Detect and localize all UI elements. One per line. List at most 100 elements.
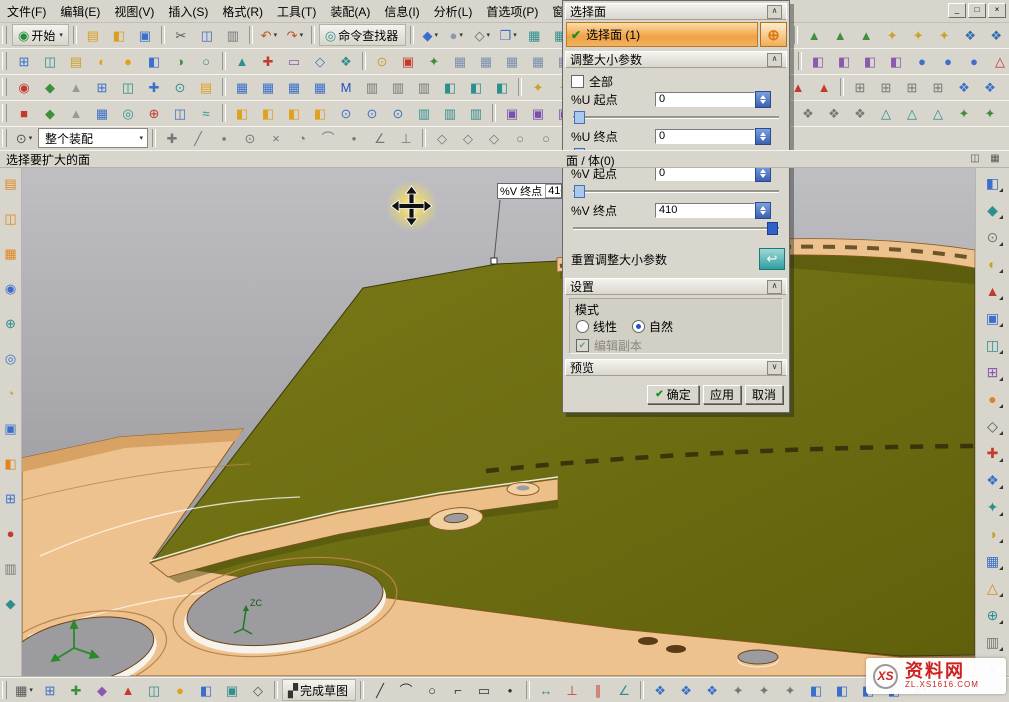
menu-preferences[interactable]: 首选项(P) (479, 0, 545, 23)
collapse-icon[interactable]: ∧ (767, 5, 782, 19)
display-mode[interactable]: ▦▾ (12, 679, 36, 701)
replace-face-tool[interactable]: ⊕ (981, 604, 1005, 626)
pad-tool[interactable]: ▣ (981, 307, 1005, 329)
cad-tool[interactable]: ▣ (220, 679, 244, 701)
cad-tool[interactable]: △ (874, 102, 898, 124)
group-header-preview[interactable]: 预览 ∨ (565, 359, 787, 376)
copy[interactable]: ◫ (195, 24, 219, 46)
chamfer-tool[interactable]: ⊞ (981, 361, 1005, 383)
cad-tool[interactable]: ● (962, 50, 986, 72)
cad-tool[interactable]: ✚ (142, 76, 166, 98)
snap-existing-point[interactable]: • (342, 127, 366, 149)
thread-tool[interactable]: ◇ (981, 415, 1005, 437)
cue-grid-icon[interactable]: ▦ (986, 151, 1004, 167)
finish-sketch-button[interactable]: ▞完成草图 (282, 679, 356, 701)
cad-tool[interactable]: ▦ (282, 76, 306, 98)
cue-pane-icon[interactable]: ◫ (966, 151, 984, 167)
selection-scope-dropdown[interactable]: 整个装配▾ (38, 128, 148, 148)
system-materials-tab[interactable]: ● (1, 524, 20, 543)
cad-tool[interactable]: ▣ (500, 102, 524, 124)
v-end-spinner[interactable] (755, 202, 771, 219)
cad-tool[interactable]: ▲ (116, 679, 140, 701)
v-end-drag-handle[interactable] (491, 258, 497, 264)
fillet-tool[interactable]: ⌐ (446, 679, 470, 701)
cad-tool[interactable]: ▣ (396, 50, 420, 72)
sketch-tool[interactable]: ⊞ (12, 50, 36, 72)
wireframe-style[interactable]: ◇▾ (470, 24, 494, 46)
cad-tool[interactable]: ◧ (804, 679, 828, 701)
enlarge-face-tool[interactable]: △ (981, 577, 1005, 599)
cad-tool[interactable]: ◇ (246, 679, 270, 701)
cad-tool[interactable]: ◧ (830, 679, 854, 701)
thicken-tool[interactable]: ◑ (981, 523, 1005, 545)
new-file[interactable]: ▤ (81, 24, 105, 46)
menu-analysis[interactable]: 分析(L) (427, 0, 480, 23)
snap-angle[interactable]: ∠ (368, 127, 392, 149)
grid-tool[interactable]: ✚ (64, 679, 88, 701)
cad-tool[interactable]: ▲ (64, 76, 88, 98)
subtract-tool[interactable]: ◑ (168, 50, 192, 72)
cad-tool[interactable]: ■ (12, 102, 36, 124)
cad-tool[interactable]: ⊙ (360, 102, 384, 124)
slider-thumb[interactable] (767, 222, 778, 235)
pocket-tool[interactable]: ▲ (981, 280, 1005, 302)
cad-tool[interactable]: ▲ (812, 76, 836, 98)
cad-tool[interactable]: ▦ (256, 76, 280, 98)
minimize-button[interactable]: _ (948, 3, 966, 18)
cad-tool[interactable]: ❖ (978, 76, 1002, 98)
u-start-spinner[interactable] (755, 91, 771, 108)
cad-tool[interactable]: ❖ (848, 102, 872, 124)
cad-tool[interactable]: ▦ (526, 50, 550, 72)
cad-tool[interactable]: ⊙ (370, 50, 394, 72)
cad-tool[interactable]: ▲ (802, 24, 826, 46)
face-select-button[interactable]: ⊕ (760, 22, 787, 47)
cad-tool[interactable]: ◉ (12, 76, 36, 98)
u-start-slider[interactable] (573, 111, 779, 123)
cad-tool[interactable]: ◆ (90, 679, 114, 701)
hole-tool[interactable]: ⊙ (981, 226, 1005, 248)
cad-tool[interactable]: ❖ (648, 679, 672, 701)
maximize-button[interactable]: □ (968, 3, 986, 18)
profile-tool[interactable]: ╱ (368, 679, 392, 701)
undo[interactable]: ↶▾ (257, 24, 281, 46)
cad-tool[interactable]: ▦ (230, 76, 254, 98)
cad-tool[interactable]: △ (988, 50, 1009, 72)
cad-tool[interactable]: ✦ (778, 679, 802, 701)
move-face-tool[interactable]: ▥ (981, 631, 1005, 653)
slider-thumb[interactable] (574, 111, 585, 124)
cad-tool[interactable]: ◇ (482, 127, 506, 149)
close-button[interactable]: × (988, 3, 1006, 18)
cad-tool[interactable]: ⊞ (874, 76, 898, 98)
open-file[interactable]: ◧ (107, 24, 131, 46)
cad-tool[interactable]: ● (168, 679, 192, 701)
cad-tool[interactable]: ✦ (726, 679, 750, 701)
cad-tool[interactable]: ▦ (308, 76, 332, 98)
cad-tool[interactable]: ▲ (828, 24, 852, 46)
chamfer-tool[interactable]: ✚ (256, 50, 280, 72)
cad-tool[interactable]: ▥ (412, 102, 436, 124)
cad-tool[interactable]: ⊞ (900, 76, 924, 98)
snap-quadrant[interactable]: ◔ (290, 127, 314, 149)
reuse-library-tab[interactable]: ◉ (1, 279, 20, 298)
paste[interactable]: ▥ (221, 24, 245, 46)
cad-tool[interactable]: ◎ (116, 102, 140, 124)
cad-tool[interactable]: ▣ (526, 102, 550, 124)
cad-tool[interactable]: △ (900, 102, 924, 124)
snap-center[interactable]: ⊙ (238, 127, 262, 149)
snap-tangent[interactable]: ⌒ (316, 127, 340, 149)
cad-tool[interactable]: ◧ (832, 50, 856, 72)
cad-tool[interactable]: ▥ (412, 76, 436, 98)
cad-tool[interactable]: ❖ (674, 679, 698, 701)
snap-endpoint[interactable]: ╱ (186, 127, 210, 149)
cad-tool[interactable]: ▦ (90, 102, 114, 124)
group-header-select-face[interactable]: 选择面 ∧ (565, 3, 787, 20)
cad-tool[interactable]: ▥ (360, 76, 384, 98)
trim-tool[interactable]: ❖ (334, 50, 358, 72)
cut[interactable]: ✂ (169, 24, 193, 46)
shell-tool[interactable]: ▭ (282, 50, 306, 72)
v-end-slider[interactable] (573, 222, 779, 234)
cad-tool[interactable]: ◧ (194, 679, 218, 701)
circle-tool[interactable]: ○ (420, 679, 444, 701)
datum-plane-tool[interactable]: ◫ (38, 50, 62, 72)
edit-copy-checkbox[interactable]: ✔ 编辑副本 (576, 337, 642, 354)
